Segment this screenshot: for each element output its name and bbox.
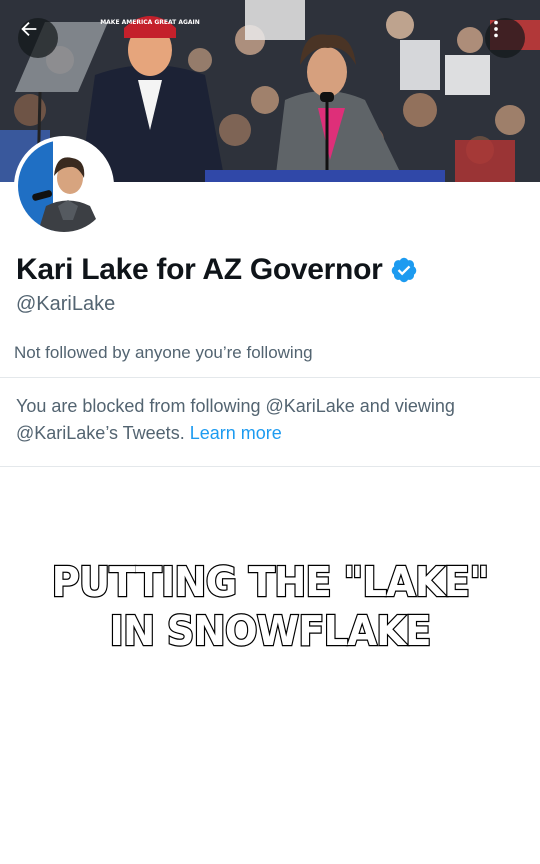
divider bbox=[0, 377, 540, 378]
divider bbox=[0, 466, 540, 467]
back-button[interactable] bbox=[18, 18, 58, 58]
learn-more-link[interactable]: Learn more bbox=[190, 423, 282, 443]
hat-text: MAKE AMERICA GREAT AGAIN bbox=[100, 19, 200, 26]
caption-line-2: IN SNOWFLAKE bbox=[108, 606, 432, 657]
more-options-button[interactable] bbox=[485, 18, 525, 58]
avatar[interactable] bbox=[14, 136, 114, 236]
handle: @KariLake bbox=[16, 293, 116, 315]
display-name-row: Kari Lake for AZ Governor bbox=[16, 250, 418, 290]
followers-note: Not followed by anyone you’re following bbox=[14, 343, 313, 362]
blocked-notice: You are blocked from following @KariLake… bbox=[16, 393, 526, 447]
more-vertical-icon bbox=[494, 20, 498, 38]
meme-caption: PUTTING THE "LAKE" IN SNOWFLAKE bbox=[16, 557, 524, 657]
arrow-left-icon bbox=[21, 21, 37, 37]
verified-badge-icon bbox=[392, 257, 417, 283]
avatar-photo bbox=[18, 140, 110, 232]
display-name: Kari Lake for AZ Governor bbox=[16, 253, 383, 286]
caption-line-1: PUTTING THE "LAKE" bbox=[50, 557, 490, 608]
